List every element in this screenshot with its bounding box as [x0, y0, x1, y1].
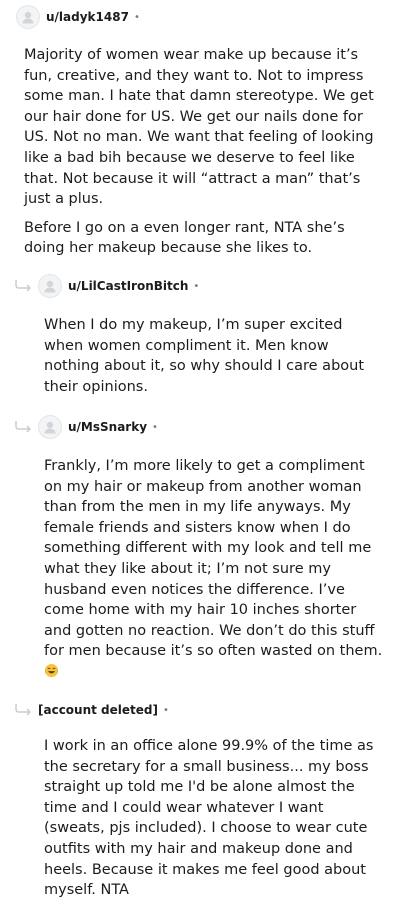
face-with-tears-of-joy-icon: [44, 663, 59, 677]
reply-arrow-icon: [15, 704, 32, 716]
comment-header: u/ladyk1487 •: [16, 4, 140, 30]
comment-header: u/LilCastIronBitch •: [38, 273, 199, 299]
separator-dot: •: [152, 421, 158, 433]
username[interactable]: u/MsSnarky: [68, 420, 147, 434]
avatar[interactable]: [38, 274, 62, 298]
comment-body: Majority of women wear make up because i…: [24, 45, 374, 259]
avatar[interactable]: [16, 5, 40, 29]
comment-body: I work in an office alone 99.9% of the t…: [44, 736, 384, 901]
reply-arrow-icon: [15, 421, 32, 433]
avatar[interactable]: [38, 415, 62, 439]
comment-paragraph: I work in an office alone 99.9% of the t…: [44, 738, 374, 899]
username[interactable]: u/LilCastIronBitch: [68, 279, 188, 293]
comment-paragraph: When I do my makeup, I’m super excited w…: [44, 317, 365, 395]
username: [account deleted]: [38, 703, 158, 717]
comment-paragraph: Frankly, I’m more likely to get a compli…: [44, 456, 384, 683]
username[interactable]: u/ladyk1487: [46, 10, 129, 24]
comment-paragraph: Majority of women wear make up because i…: [24, 47, 374, 208]
reply-arrow-icon: [15, 280, 32, 292]
separator-dot: •: [193, 280, 200, 292]
comment-header: [account deleted] •: [32, 697, 169, 723]
separator-dot: •: [133, 11, 140, 23]
comment-paragraph: Before I go on a even longer rant, NTA s…: [24, 219, 345, 257]
comment-header: u/MsSnarky •: [38, 414, 158, 440]
separator-dot: •: [162, 704, 169, 716]
comment-text: Frankly, I’m more likely to get a compli…: [44, 458, 383, 660]
user-avatar-icon: [44, 280, 56, 293]
comment-body: Frankly, I’m more likely to get a compli…: [44, 456, 384, 683]
comment-body: When I do my makeup, I’m super excited w…: [44, 315, 380, 397]
user-avatar-icon: [44, 421, 56, 434]
user-avatar-icon: [22, 11, 34, 24]
